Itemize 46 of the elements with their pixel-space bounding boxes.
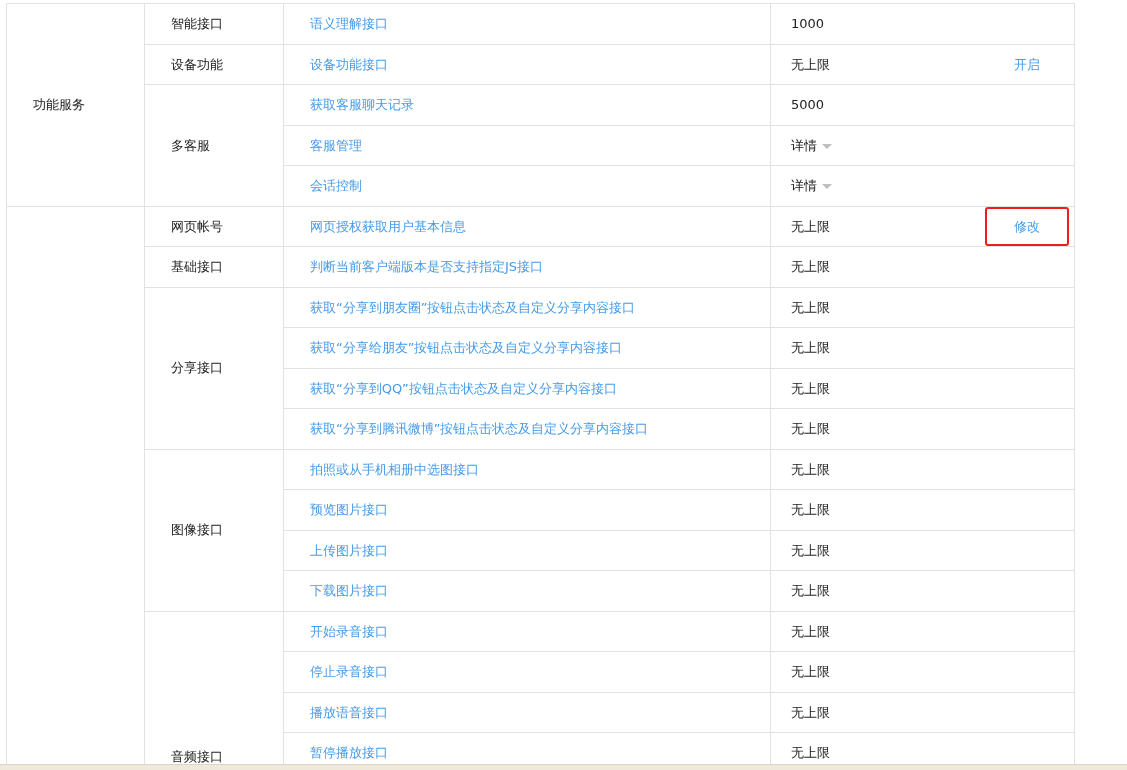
group-label: 基础接口: [171, 259, 223, 274]
api-link[interactable]: 拍照或从手机相册中选图接口: [310, 461, 479, 477]
quota-value: 无上限: [791, 542, 830, 558]
quota-value: 1000: [791, 16, 825, 31]
action-link[interactable]: 修改: [985, 206, 1070, 246]
group-label: 图像接口: [171, 522, 223, 538]
quota-value: 无上限: [791, 380, 830, 396]
quota-value: 无上限: [791, 745, 830, 760]
quota-value: 无上限: [791, 218, 830, 234]
api-link[interactable]: 获取客服聊天记录: [310, 97, 414, 112]
api-link[interactable]: 下载图片接口: [310, 583, 388, 598]
category-label: 功能服务: [33, 97, 85, 112]
quota-value: 无上限: [791, 583, 830, 598]
quota-value: 无上限: [791, 502, 830, 517]
caret-icon: [822, 184, 832, 189]
api-link[interactable]: 网页授权获取用户基本信息: [310, 218, 466, 234]
api-link[interactable]: 设备功能接口: [310, 56, 388, 72]
api-link[interactable]: 上传图片接口: [310, 542, 388, 558]
api-link[interactable]: 预览图片接口: [310, 502, 388, 517]
caret-icon: [822, 143, 832, 149]
api-link[interactable]: 开始录音接口: [310, 623, 388, 639]
group-label: 智能接口: [171, 16, 223, 31]
api-link[interactable]: 客服管理: [310, 137, 362, 153]
group-label: 设备功能: [171, 56, 223, 72]
api-link[interactable]: 判断当前客户端版本是否支持指定JS接口: [310, 259, 544, 274]
quota-value: 无上限: [791, 421, 830, 436]
api-link[interactable]: 会话控制: [310, 178, 362, 193]
api-link[interactable]: 停止录音接口: [310, 664, 388, 679]
details-dropdown[interactable]: 详情: [791, 137, 832, 153]
group-label: 网页帐号: [171, 218, 223, 234]
details-dropdown[interactable]: 详情: [791, 178, 832, 193]
group-label: 多客服: [171, 137, 210, 153]
group-label: 音频接口: [171, 749, 223, 764]
api-link[interactable]: 语义理解接口: [310, 16, 388, 31]
quota-value: 无上限: [791, 259, 830, 274]
quota-value: 无上限: [791, 299, 830, 315]
quota-value: 5000: [791, 97, 825, 112]
quota-value: 无上限: [791, 704, 830, 720]
quota-value: 无上限: [791, 340, 830, 355]
quota-value: 无上限: [791, 56, 830, 72]
group-label: 分享接口: [171, 360, 223, 376]
quota-value: 无上限: [791, 623, 830, 639]
api-link[interactable]: 播放语音接口: [310, 704, 388, 720]
api-link[interactable]: 暂停播放接口: [310, 745, 388, 760]
quota-value: 无上限: [791, 461, 830, 477]
quota-value: 无上限: [791, 664, 830, 679]
